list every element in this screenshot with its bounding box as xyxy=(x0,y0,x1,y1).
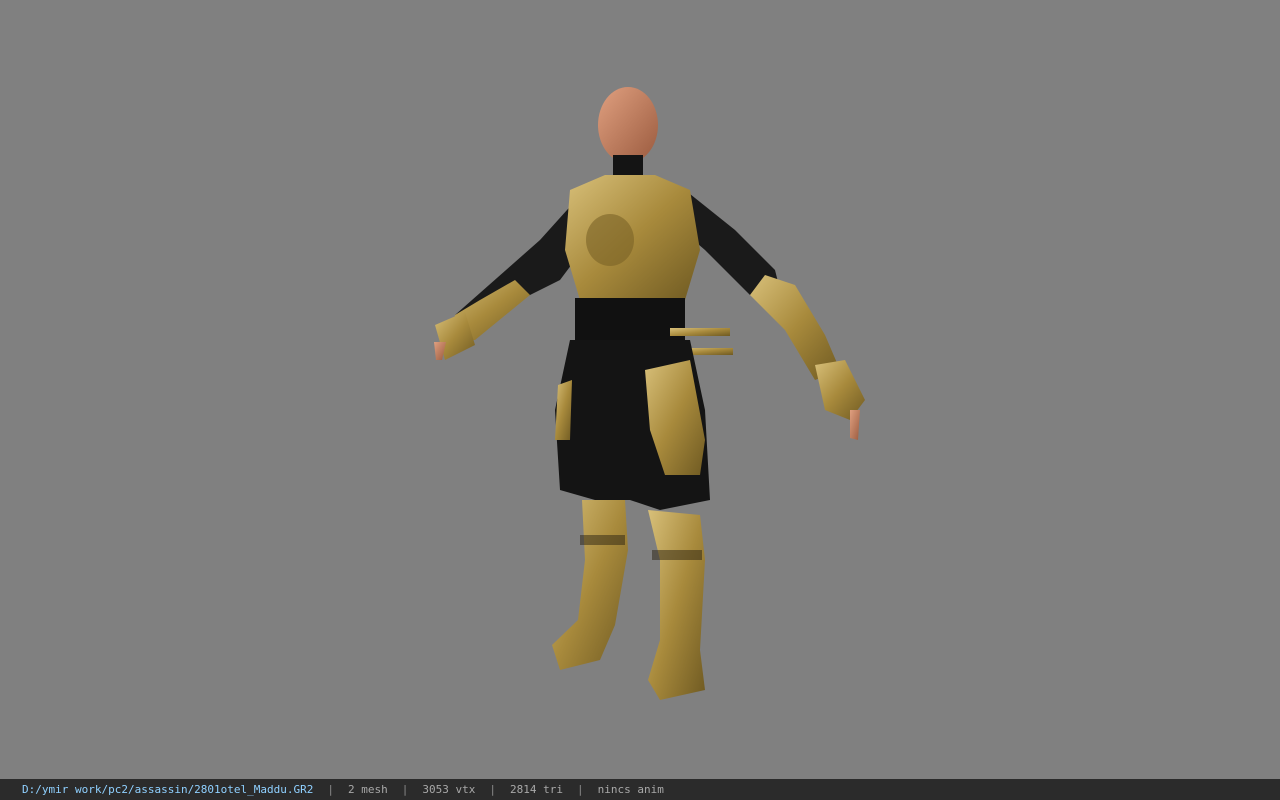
head-shape xyxy=(598,87,658,163)
mesh-count: 2 mesh xyxy=(348,783,388,796)
waist-sash xyxy=(575,298,685,343)
separator: | xyxy=(577,783,584,796)
left-thigh-plate xyxy=(555,380,572,440)
file-path: D:/ymir work/pc2/assassin/2801otel_Maddu… xyxy=(22,783,314,796)
right-boot xyxy=(648,510,705,700)
vertex-count: 3053 vtx xyxy=(422,783,476,796)
separator: | xyxy=(489,783,497,796)
separator: | xyxy=(401,783,409,796)
separator: | xyxy=(327,783,335,796)
triangle-count: 2814 tri xyxy=(510,783,563,796)
left-boot xyxy=(552,500,628,670)
3d-viewport[interactable] xyxy=(0,0,1280,779)
animation-status: nincs anim xyxy=(597,783,664,796)
right-fingers xyxy=(850,410,860,440)
chest-emblem xyxy=(586,214,634,266)
left-boot-strap xyxy=(580,535,625,545)
sword-hilt xyxy=(670,328,730,336)
right-boot-strap xyxy=(652,550,702,560)
armored-character-model-icon[interactable] xyxy=(420,80,880,710)
status-bar: D:/ymir work/pc2/assassin/2801otel_Maddu… xyxy=(0,779,1280,800)
